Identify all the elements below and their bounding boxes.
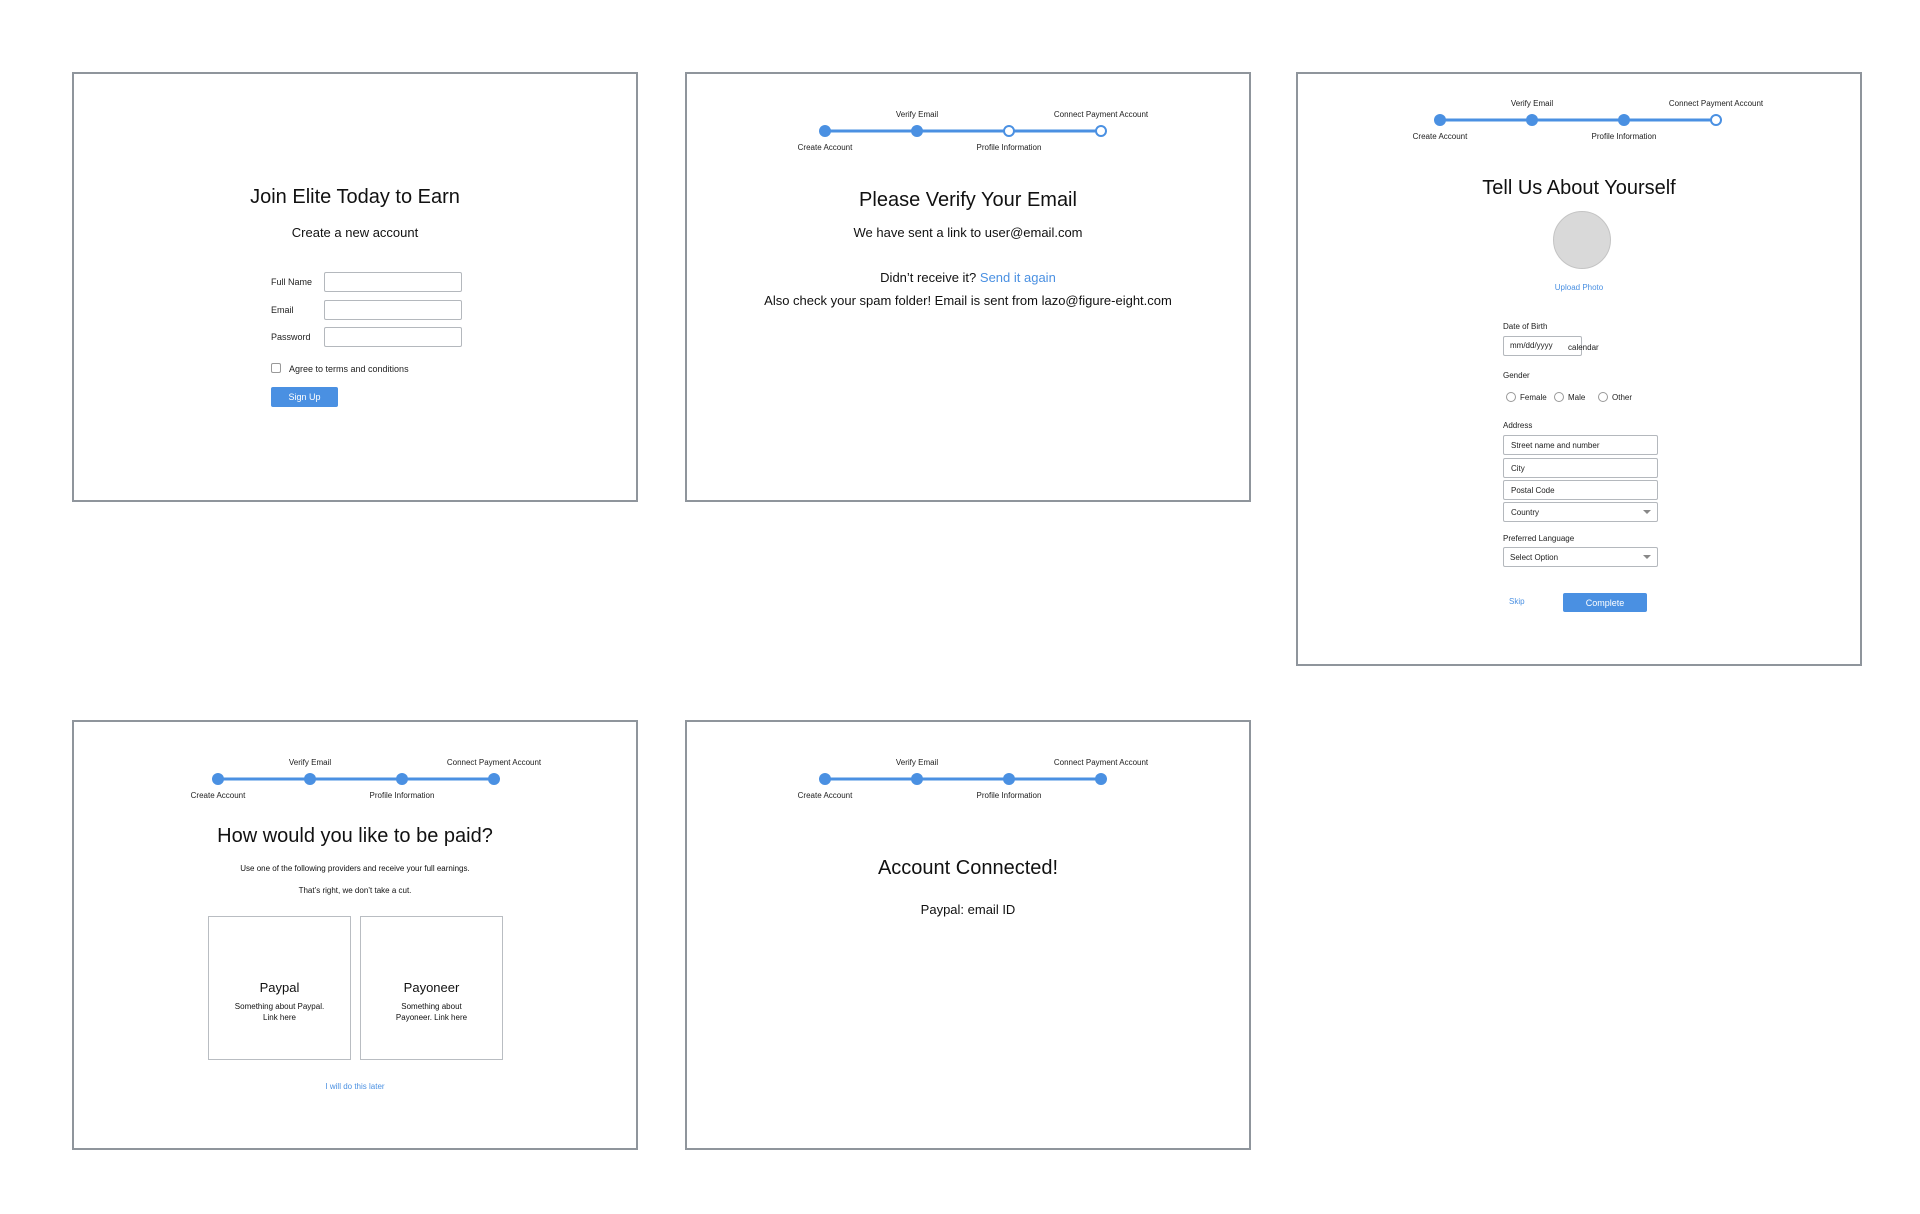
password-input[interactable] xyxy=(324,327,462,347)
step-dot-complete xyxy=(1003,773,1015,785)
screen-account-connected: Create Account Verify Email Profile Info… xyxy=(685,720,1251,1150)
payoneer-description[interactable]: Something about Payoneer. Link here xyxy=(391,1001,472,1023)
step-label-create-account: Create Account xyxy=(797,143,853,152)
paypal-description[interactable]: Something about Paypal. Link here xyxy=(229,1001,330,1023)
screen-profile-information: Create Account Verify Email Profile Info… xyxy=(1296,72,1862,666)
step-label-create-account: Create Account xyxy=(1412,132,1468,141)
step-label-verify-email: Verify Email xyxy=(895,758,939,767)
dob-label: Date of Birth xyxy=(1503,322,1548,331)
terms-label: Agree to terms and conditions xyxy=(289,364,409,374)
complete-button[interactable]: Complete xyxy=(1563,593,1647,612)
step-dot-complete xyxy=(1434,114,1446,126)
gender-other-radio[interactable] xyxy=(1598,392,1608,402)
screen-connect-payment: Create Account Verify Email Profile Info… xyxy=(72,720,638,1150)
skip-link[interactable]: Skip xyxy=(1509,597,1525,606)
step-dot-complete xyxy=(304,773,316,785)
terms-checkbox[interactable] xyxy=(271,363,281,373)
step-dot-complete xyxy=(488,773,500,785)
step-dot-complete xyxy=(1526,114,1538,126)
step-label-connect-payment: Connect Payment Account xyxy=(1668,99,1764,108)
step-dot-pending xyxy=(1095,125,1107,137)
progress-stepper: Create Account Verify Email Profile Info… xyxy=(191,757,541,807)
step-label-profile-information: Profile Information xyxy=(1591,132,1657,141)
paypal-card[interactable]: Paypal Something about Paypal. Link here xyxy=(208,916,351,1060)
sign-up-button[interactable]: Sign Up xyxy=(271,387,338,407)
page-title: Please Verify Your Email xyxy=(859,189,1077,211)
step-label-verify-email: Verify Email xyxy=(1510,99,1554,108)
progress-stepper: Create Account Verify Email Profile Info… xyxy=(798,757,1148,807)
gender-label: Gender xyxy=(1503,371,1530,380)
page-title: Tell Us About Yourself xyxy=(1482,177,1676,199)
screen-verify-email: Create Account Verify Email Profile Info… xyxy=(685,72,1251,502)
not-received-text: Didn’t receive it? xyxy=(880,270,977,285)
resend-line: Didn’t receive it? Send it again xyxy=(687,270,1249,285)
step-label-profile-information: Profile Information xyxy=(369,791,435,800)
page-title: Account Connected! xyxy=(877,857,1059,879)
postal-code-placeholder: Postal Code xyxy=(1511,486,1555,495)
step-dot-complete xyxy=(212,773,224,785)
language-label: Preferred Language xyxy=(1503,534,1575,543)
sent-message: We have sent a link to user@email.com xyxy=(853,225,1083,240)
address-label: Address xyxy=(1503,421,1533,430)
gender-female-label: Female xyxy=(1520,393,1547,402)
email-input[interactable] xyxy=(324,300,462,320)
gender-other-label: Other xyxy=(1612,393,1633,402)
gender-female-radio[interactable] xyxy=(1506,392,1516,402)
payoneer-title: Payoneer xyxy=(403,980,460,995)
avatar-placeholder[interactable] xyxy=(1553,211,1611,269)
screen-create-account: Join Elite Today to Earn Create a new ac… xyxy=(72,72,638,502)
step-label-profile-information: Profile Information xyxy=(976,143,1042,152)
do-later-link[interactable]: I will do this later xyxy=(74,1082,636,1091)
step-dot-complete xyxy=(1618,114,1630,126)
upload-photo-link[interactable]: Upload Photo xyxy=(1298,283,1860,292)
gender-male-label: Male xyxy=(1568,393,1586,402)
progress-stepper: Create Account Verify Email Profile Info… xyxy=(1413,98,1763,148)
full-name-input[interactable] xyxy=(324,272,462,292)
spam-note: Also check your spam folder! Email is se… xyxy=(764,293,1172,308)
street-placeholder: Street name and number xyxy=(1511,441,1600,450)
step-dot-complete xyxy=(819,125,831,137)
send-again-link[interactable]: Send it again xyxy=(980,270,1056,285)
step-dot-pending xyxy=(1003,125,1015,137)
page-title: How would you like to be paid? xyxy=(217,825,493,847)
paypal-title: Paypal xyxy=(259,980,300,995)
step-dot-complete xyxy=(1095,773,1107,785)
step-dot-pending xyxy=(1710,114,1722,126)
country-select-value: Country xyxy=(1511,508,1540,517)
step-label-connect-payment: Connect Payment Account xyxy=(1053,758,1149,767)
city-placeholder: City xyxy=(1511,464,1525,473)
step-dot-complete xyxy=(396,773,408,785)
step-label-profile-information: Profile Information xyxy=(976,791,1042,800)
full-name-label: Full Name xyxy=(271,277,313,287)
step-label-create-account: Create Account xyxy=(797,791,853,800)
payoneer-card[interactable]: Payoneer Something about Payoneer. Link … xyxy=(360,916,503,1060)
step-label-verify-email: Verify Email xyxy=(288,758,332,767)
intro-line-1: Use one of the following providers and r… xyxy=(240,864,470,873)
page-title: Join Elite Today to Earn xyxy=(250,186,460,208)
dob-placeholder: mm/dd/yyyy xyxy=(1510,341,1553,350)
progress-stepper: Create Account Verify Email Profile Info… xyxy=(798,109,1148,159)
page-subtitle: Create a new account xyxy=(291,225,419,240)
step-label-create-account: Create Account xyxy=(190,791,246,800)
intro-line-2: That’s right, we don’t take a cut. xyxy=(298,886,412,895)
step-dot-complete xyxy=(911,125,923,137)
calendar-button[interactable]: calendar xyxy=(1568,343,1599,352)
password-label: Password xyxy=(271,332,311,342)
step-dot-complete xyxy=(819,773,831,785)
language-select-value: Select Option xyxy=(1510,553,1559,562)
chevron-down-icon xyxy=(1643,510,1651,514)
connected-account-detail: Paypal: email ID xyxy=(920,902,1016,917)
step-dot-complete xyxy=(911,773,923,785)
email-label: Email xyxy=(271,305,294,315)
city-input[interactable] xyxy=(1503,458,1658,478)
step-label-connect-payment: Connect Payment Account xyxy=(1053,110,1149,119)
step-label-verify-email: Verify Email xyxy=(895,110,939,119)
gender-male-radio[interactable] xyxy=(1554,392,1564,402)
step-label-connect-payment: Connect Payment Account xyxy=(446,758,542,767)
chevron-down-icon xyxy=(1643,555,1651,559)
